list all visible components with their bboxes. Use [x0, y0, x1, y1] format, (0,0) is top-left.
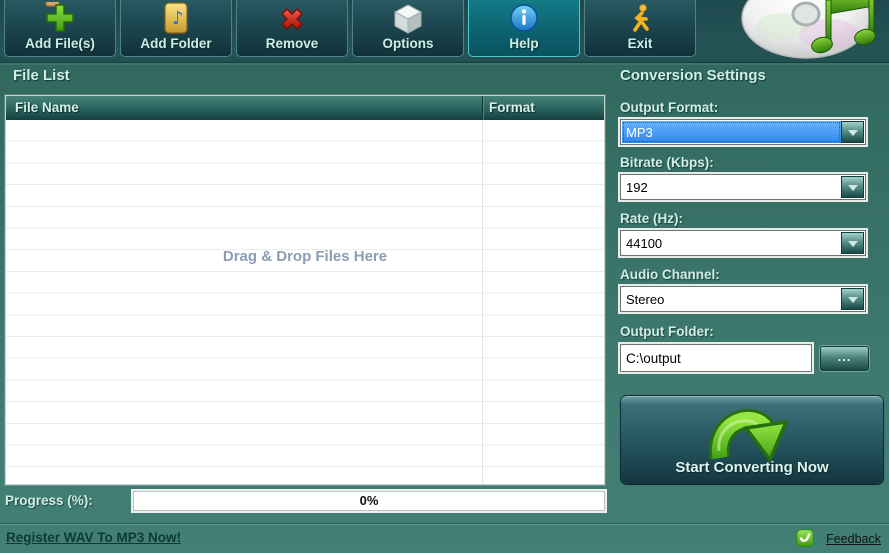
add-file-plus-icon — [43, 2, 77, 36]
rate-select[interactable]: 44100 — [620, 230, 866, 256]
info-circle-icon — [507, 2, 541, 36]
start-converting-button[interactable]: Start Converting Now — [620, 395, 884, 485]
file-list-drop-area[interactable]: Drag & Drop Files Here — [6, 120, 604, 484]
remove-button[interactable]: Remove — [236, 0, 348, 57]
help-button[interactable]: Help — [468, 0, 580, 57]
chevron-down-icon[interactable] — [841, 232, 864, 254]
progress-label: Progress (%): — [5, 493, 93, 508]
svg-text:♪: ♪ — [172, 8, 184, 29]
audio-channel-label: Audio Channel: — [620, 267, 720, 282]
chevron-down-icon[interactable] — [841, 176, 864, 198]
green-curved-arrow-icon — [702, 401, 802, 461]
audio-channel-value[interactable]: Stereo — [622, 288, 841, 310]
progress-bar: 0% — [133, 491, 605, 511]
bitrate-value[interactable]: 192 — [622, 176, 841, 198]
drag-drop-hint: Drag & Drop Files Here — [6, 248, 604, 265]
column-divider — [482, 96, 483, 120]
help-label: Help — [469, 36, 579, 51]
output-format-select[interactable]: MP3 — [620, 119, 866, 145]
chevron-down-icon[interactable] — [841, 288, 864, 310]
output-folder-input[interactable] — [620, 344, 812, 372]
statusbar-divider — [0, 524, 889, 525]
browse-folder-button[interactable]: ... — [820, 346, 869, 371]
conversion-settings-title: Conversion Settings — [620, 67, 766, 84]
register-link[interactable]: Register WAV To MP3 Now! — [6, 530, 181, 545]
running-man-icon — [623, 2, 657, 36]
column-header-file-name: File Name — [15, 100, 79, 115]
output-format-value[interactable]: MP3 — [622, 121, 841, 143]
file-list-title: File List — [13, 67, 70, 84]
exit-label: Exit — [585, 36, 695, 51]
feedback-icon — [796, 529, 814, 547]
wav-to-mp3-window: Add File(s) ♪ Add Folder — [0, 0, 889, 553]
progress-value: 0% — [134, 492, 604, 510]
feedback-link[interactable]: Feedback — [826, 532, 881, 546]
add-folder-label: Add Folder — [121, 36, 231, 51]
output-folder-label: Output Folder: — [620, 324, 714, 339]
file-list-panel: File Name Format Drag & Drop Files Here — [5, 95, 605, 485]
add-files-label: Add File(s) — [5, 36, 115, 51]
column-divider-body — [482, 120, 483, 484]
cd-music-notes-logo-icon — [734, 0, 886, 62]
add-folder-button[interactable]: ♪ Add Folder — [120, 0, 232, 57]
rate-value[interactable]: 44100 — [622, 232, 841, 254]
output-format-label: Output Format: — [620, 100, 718, 115]
chevron-down-icon[interactable] — [841, 121, 864, 143]
column-header-format: Format — [489, 100, 535, 115]
cube-icon — [391, 2, 425, 36]
red-x-icon — [275, 2, 309, 36]
toolbar: Add File(s) ♪ Add Folder — [0, 0, 889, 63]
audio-channel-select[interactable]: Stereo — [620, 286, 866, 312]
file-list-header: File Name Format — [6, 96, 604, 121]
bitrate-label: Bitrate (Kbps): — [620, 155, 714, 170]
exit-button[interactable]: Exit — [584, 0, 696, 57]
options-label: Options — [353, 36, 463, 51]
folder-music-icon: ♪ — [159, 2, 193, 36]
remove-label: Remove — [237, 36, 347, 51]
add-files-button[interactable]: Add File(s) — [4, 0, 116, 57]
bitrate-select[interactable]: 192 — [620, 174, 866, 200]
options-button[interactable]: Options — [352, 0, 464, 57]
rate-label: Rate (Hz): — [620, 211, 683, 226]
start-converting-label: Start Converting Now — [621, 459, 883, 476]
